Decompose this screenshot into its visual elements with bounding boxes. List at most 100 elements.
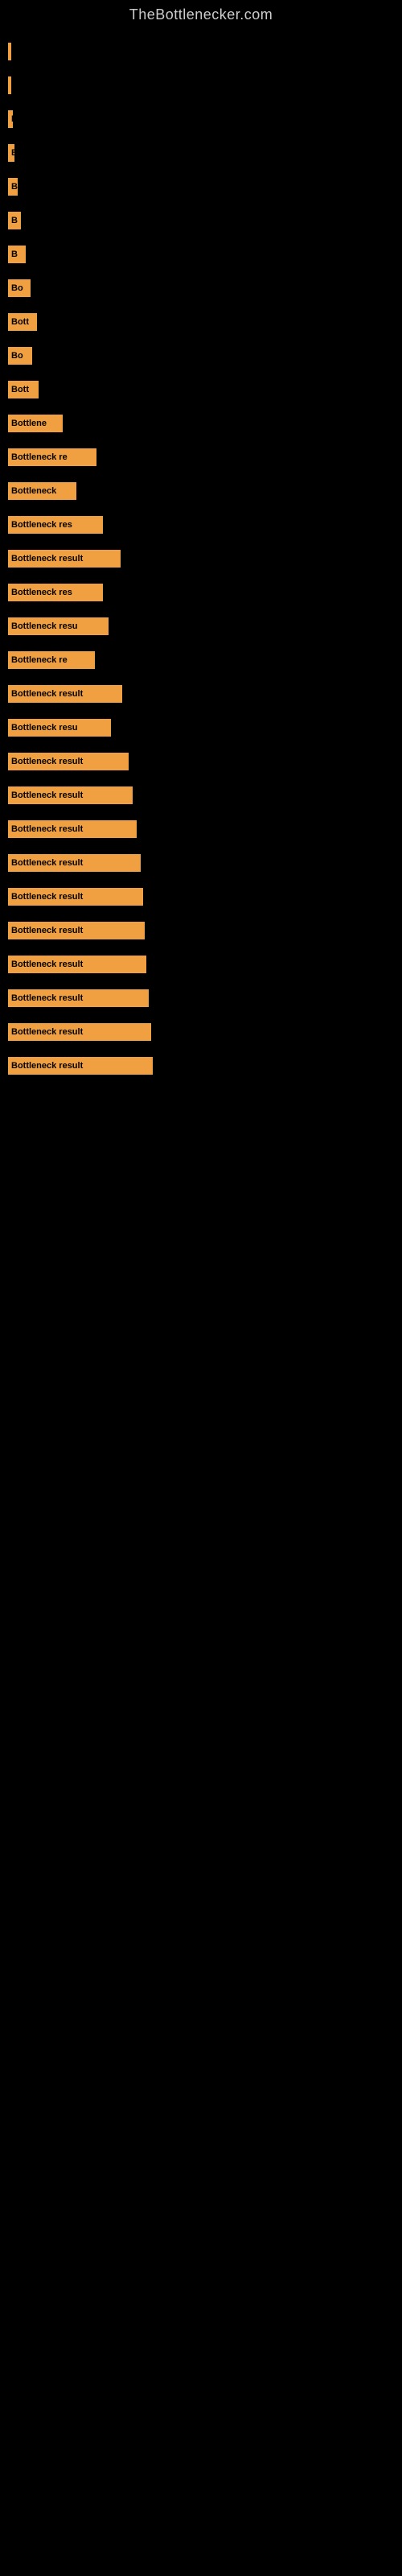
bar-row: Bottleneck result bbox=[8, 956, 394, 973]
bar: Bottleneck result bbox=[8, 922, 145, 939]
bar: Bottleneck result bbox=[8, 753, 129, 770]
bar-label: Bottleneck re bbox=[11, 655, 68, 665]
bar-label: Bottleneck resu bbox=[11, 723, 78, 733]
bar-gap bbox=[8, 366, 394, 381]
bar: Bottleneck bbox=[8, 482, 76, 500]
bar: Bottleneck result bbox=[8, 888, 143, 906]
bar: Bottleneck result bbox=[8, 1023, 151, 1041]
bar-gap bbox=[8, 130, 394, 144]
bar-gap bbox=[8, 1009, 394, 1023]
bar-row: Bottleneck result bbox=[8, 854, 394, 872]
bar-gap bbox=[8, 806, 394, 820]
bar-row: Bottleneck result bbox=[8, 1057, 394, 1075]
bar: Bottleneck result bbox=[8, 786, 133, 804]
bar: Bottleneck result bbox=[8, 550, 121, 568]
bar-label: Bottleneck resu bbox=[11, 621, 78, 631]
bar-row: Bottlene bbox=[8, 415, 394, 432]
bar-row: Bottleneck resu bbox=[8, 719, 394, 737]
bar: B bbox=[8, 212, 21, 229]
bar-gap bbox=[8, 535, 394, 550]
bar-label: Bottleneck result bbox=[11, 554, 83, 564]
bar-gap bbox=[8, 671, 394, 685]
bar: Bottleneck result bbox=[8, 956, 146, 973]
bar: Bo bbox=[8, 347, 32, 365]
bar-row: Bo bbox=[8, 347, 394, 365]
bar-label: Bottleneck result bbox=[11, 824, 83, 834]
bar-label: Bottleneck bbox=[11, 486, 56, 496]
bar-label: Bo bbox=[11, 283, 23, 293]
bar-row: Bottleneck resu bbox=[8, 617, 394, 635]
bar: Bottleneck result bbox=[8, 1057, 153, 1075]
bar-gap bbox=[8, 231, 394, 246]
bar bbox=[8, 43, 11, 60]
bar-gap bbox=[8, 772, 394, 786]
bar: Bottleneck resu bbox=[8, 719, 111, 737]
bar-gap bbox=[8, 502, 394, 516]
bar-row: Bottleneck result bbox=[8, 922, 394, 939]
bar-label: Bottleneck result bbox=[11, 1061, 83, 1071]
bar-row: B bbox=[8, 246, 394, 263]
bar-row: Bottleneck bbox=[8, 482, 394, 500]
bar-row: Bottleneck result bbox=[8, 753, 394, 770]
bar: B bbox=[8, 144, 14, 162]
bar: Bottleneck re bbox=[8, 651, 95, 669]
bar-label: Bott bbox=[11, 317, 29, 327]
bar-label: Bottleneck res bbox=[11, 520, 72, 530]
bar-label: B bbox=[11, 114, 13, 124]
bar-row: Bott bbox=[8, 313, 394, 331]
bar-label: Bott bbox=[11, 385, 29, 394]
bar-gap bbox=[8, 738, 394, 753]
bar: B bbox=[8, 76, 11, 94]
bar-label: B bbox=[11, 216, 18, 225]
bar-row: Bottleneck result bbox=[8, 786, 394, 804]
bar: Bottleneck result bbox=[8, 820, 137, 838]
bar-gap bbox=[8, 941, 394, 956]
bar-label: Bottleneck result bbox=[11, 926, 83, 935]
bar-gap bbox=[8, 468, 394, 482]
bar-row: B bbox=[8, 178, 394, 196]
bar-gap bbox=[8, 96, 394, 110]
bar-row: Bottleneck res bbox=[8, 584, 394, 601]
bar: Bott bbox=[8, 381, 39, 398]
bar: Bottleneck re bbox=[8, 448, 96, 466]
bar: Bo bbox=[8, 279, 31, 297]
bar-row bbox=[8, 43, 394, 60]
bar: Bottleneck result bbox=[8, 854, 141, 872]
bar-gap bbox=[8, 873, 394, 888]
site-title: TheBottlenecker.com bbox=[0, 0, 402, 27]
bar-gap bbox=[8, 197, 394, 212]
bar-gap bbox=[8, 299, 394, 313]
bar-row: Bottleneck result bbox=[8, 550, 394, 568]
bar-gap bbox=[8, 163, 394, 178]
bar-label: Bottleneck result bbox=[11, 1027, 83, 1037]
bar-label: Bottleneck result bbox=[11, 791, 83, 800]
bar: Bottleneck res bbox=[8, 584, 103, 601]
bar-label: Bottleneck result bbox=[11, 858, 83, 868]
bar-row: Bottleneck result bbox=[8, 820, 394, 838]
bar-label: Bottleneck result bbox=[11, 689, 83, 699]
bar-row: Bottleneck result bbox=[8, 1023, 394, 1041]
bar-row: Bottleneck re bbox=[8, 651, 394, 669]
bar-gap bbox=[8, 907, 394, 922]
bar: B bbox=[8, 110, 13, 128]
bar-label: B bbox=[11, 182, 18, 192]
bar-row: Bottleneck result bbox=[8, 989, 394, 1007]
bar-gap bbox=[8, 569, 394, 584]
bar-gap bbox=[8, 1042, 394, 1057]
bar-gap bbox=[8, 975, 394, 989]
bar: Bottleneck result bbox=[8, 685, 122, 703]
bar-label: Bottleneck re bbox=[11, 452, 68, 462]
bar-gap bbox=[8, 265, 394, 279]
bar-label: Bottleneck result bbox=[11, 757, 83, 766]
bar: Bottleneck res bbox=[8, 516, 103, 534]
bars-container: B B B B B B Bo Bott Bo Bott Bottlene Bottleneck re B… bbox=[0, 27, 402, 1084]
bar: B bbox=[8, 246, 26, 263]
bar-row: Bottleneck result bbox=[8, 685, 394, 703]
bar: Bottleneck result bbox=[8, 989, 149, 1007]
bar-gap bbox=[8, 840, 394, 854]
bar-label: B bbox=[11, 250, 18, 259]
bar: Bott bbox=[8, 313, 37, 331]
bar-gap bbox=[8, 400, 394, 415]
bar-row: B bbox=[8, 76, 394, 94]
bar-row: B bbox=[8, 212, 394, 229]
